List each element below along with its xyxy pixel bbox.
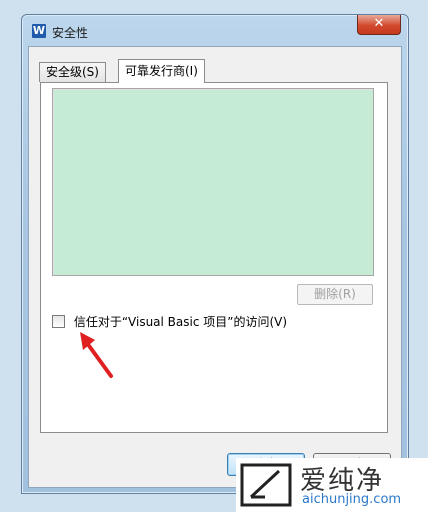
wps-writer-icon: W [32,24,46,38]
trust-vb-project-checkbox[interactable] [52,315,65,328]
watermark-logo-icon [240,463,292,507]
red-pointer-arrow-icon [80,332,113,378]
watermark-text-en: aichunjing.com [302,492,402,507]
tab-security-level[interactable]: 安全级(S) [39,62,106,82]
tab-trusted-publishers[interactable]: 可靠发行商(I) [118,59,205,83]
watermark: 爱纯净 aichunjing.com [236,458,428,512]
trust-vb-project-option[interactable]: 信任对于“Visual Basic 项目”的访问(V) [52,313,288,329]
delete-button[interactable]: 删除(R) [297,284,373,305]
trusted-publishers-panel: 删除(R) 信任对于“Visual Basic 项目”的访问(V) [40,82,388,433]
trust-vb-project-label: 信任对于“Visual Basic 项目”的访问(V) [73,315,288,329]
trusted-publishers-list[interactable] [52,88,374,276]
close-button[interactable]: ✕ [357,15,401,35]
dialog-client-area: 安全级(S) 可靠发行商(I) 删除(R) 信任对于“Visual Basic … [28,46,402,488]
title-bar[interactable]: W 安全性 [22,15,408,47]
close-icon: ✕ [373,16,385,31]
window-title: 安全性 [52,26,89,40]
security-dialog: W 安全性 ✕ 安全级(S) 可靠发行商(I) 删除(R) 信任对于“Visua… [21,14,409,494]
